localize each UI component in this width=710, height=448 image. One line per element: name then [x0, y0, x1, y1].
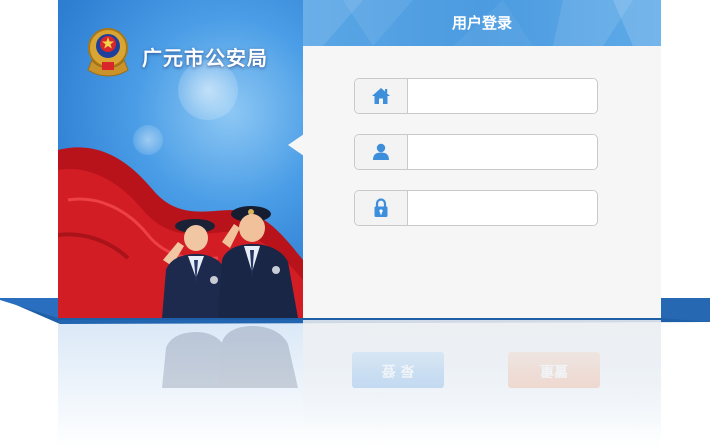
- police-officers-image: [162, 206, 298, 318]
- home-icon: [372, 88, 390, 104]
- brand-title: 广元市公安局: [142, 46, 268, 70]
- login-header: 用户登录: [303, 0, 661, 46]
- user-icon: [373, 143, 389, 160]
- home-field: [354, 78, 598, 114]
- officers-reflection: [162, 326, 298, 388]
- home-input[interactable]: [408, 79, 596, 113]
- login-panel: 用户登录: [303, 0, 661, 318]
- password-field: [354, 190, 598, 226]
- panel-pointer: [288, 134, 304, 156]
- login-button-reflection: 登 录: [352, 352, 444, 388]
- police-emblem-logo: [87, 28, 129, 77]
- user-icon-box: [355, 135, 408, 169]
- login-title: 用户登录: [451, 14, 512, 32]
- lock-icon-box: [355, 191, 408, 225]
- password-input[interactable]: [408, 191, 596, 225]
- brand-panel: 广元市公安局: [58, 0, 303, 318]
- username-input[interactable]: [408, 135, 596, 169]
- home-icon-box: [355, 79, 408, 113]
- reset-button-reflection: 重置: [508, 352, 600, 388]
- lock-icon: [374, 198, 388, 217]
- user-field: [354, 134, 598, 170]
